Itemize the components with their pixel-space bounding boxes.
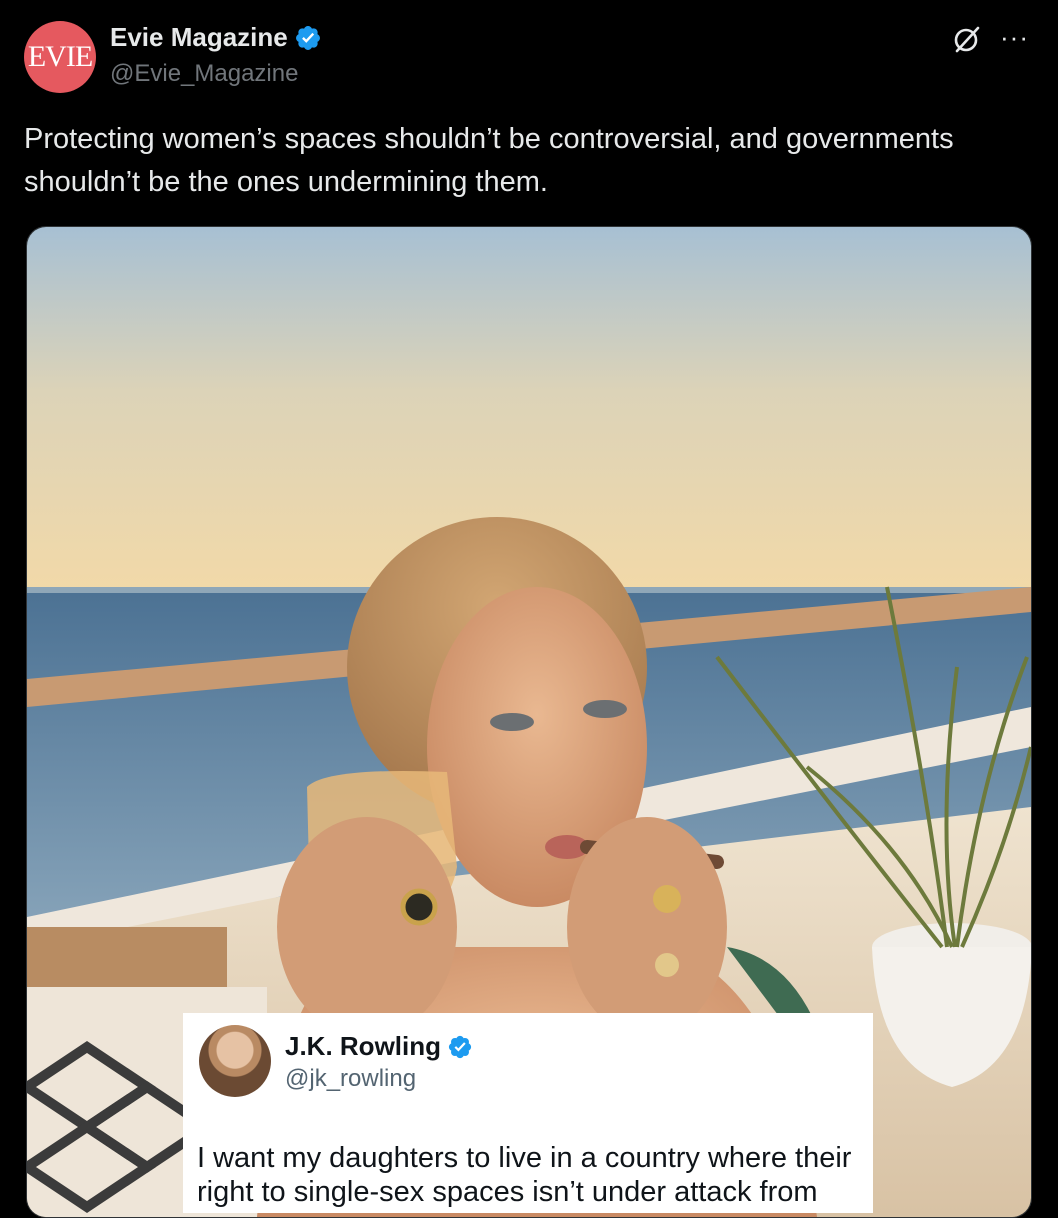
author-display-name[interactable]: Evie Magazine — [110, 22, 288, 53]
author-name-row: Evie Magazine — [110, 22, 322, 53]
quoted-author-avatar — [199, 1025, 271, 1097]
verified-badge-icon — [295, 25, 320, 50]
quoted-post-card[interactable]: J.K. Rowling @jk_rowling I want my daugh… — [183, 1013, 873, 1213]
author-avatar[interactable]: EVIE — [24, 21, 96, 93]
grok-icon[interactable] — [950, 24, 982, 56]
post-text: Protecting women’s spaces shouldn’t be c… — [24, 123, 954, 198]
quoted-author-display-name: J.K. Rowling — [285, 1031, 441, 1061]
post-media[interactable]: J.K. Rowling @jk_rowling I want my daugh… — [26, 226, 1032, 1218]
quoted-author-name-row: J.K. Rowling — [285, 1031, 473, 1062]
post-header: EVIE Evie Magazine @Evie_Magazine ··· — [0, 0, 1058, 110]
quoted-author-handle: @jk_rowling — [285, 1065, 417, 1092]
more-icon[interactable]: ··· — [1000, 22, 1029, 53]
avatar-logo-text: EVIE — [27, 40, 93, 73]
author-handle[interactable]: @Evie_Magazine — [110, 60, 298, 88]
quoted-post-text: I want my daughters to live in a country… — [197, 1142, 852, 1208]
quoted-verified-badge-icon — [448, 1035, 472, 1058]
